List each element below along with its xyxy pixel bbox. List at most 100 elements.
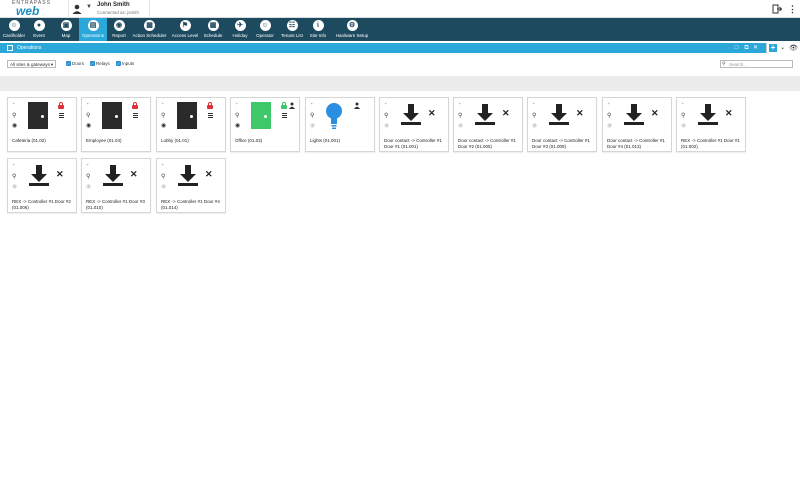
site-select[interactable]: All sites & gateways ▼ bbox=[7, 60, 56, 68]
nav-item-operator[interactable]: ☺ Operator bbox=[253, 18, 277, 41]
view-icon[interactable]: ◉ bbox=[310, 122, 315, 129]
view-icon[interactable]: ◉ bbox=[384, 122, 389, 129]
person-icon[interactable] bbox=[354, 102, 360, 109]
menu-icon[interactable] bbox=[59, 113, 64, 118]
site-select-value: All sites & gateways bbox=[10, 62, 51, 67]
view-icon[interactable]: ◉ bbox=[86, 183, 91, 190]
nav-item-holiday[interactable]: ✈ Holiday bbox=[228, 18, 252, 41]
pin-icon[interactable]: ✦ bbox=[310, 101, 313, 106]
input-card[interactable]: ✦ ⚲ ◉ ✕ REX -> Controller #1 Door #4 (01.014… bbox=[156, 158, 226, 213]
chevron-down-icon[interactable]: ▼ bbox=[86, 4, 92, 10]
input-card[interactable]: ✦ ⚲ ◉ ✕ REX -> Controller #1 Door #2 (01.006… bbox=[7, 158, 77, 213]
close-icon[interactable]: ✕ bbox=[725, 108, 733, 119]
nav-item-report[interactable]: ◉ Report bbox=[108, 18, 130, 41]
minimize-window-icon[interactable]: □ bbox=[733, 44, 740, 52]
close-window-icon[interactable]: ✕ bbox=[752, 44, 759, 52]
input-card[interactable]: ✦ ⚲ ◉ ✕ Door contact -> Controller #1 Door #… bbox=[527, 97, 597, 152]
zoom-icon[interactable]: ⚲ bbox=[12, 173, 16, 180]
view-icon[interactable]: ◉ bbox=[532, 122, 537, 129]
relay-card[interactable]: ✦ ⚲ ◉ Lights (01.001) bbox=[305, 97, 375, 152]
menu-icon[interactable] bbox=[282, 113, 287, 118]
lock-icon[interactable] bbox=[132, 102, 138, 109]
more-options-icon[interactable]: ⋮ bbox=[788, 4, 797, 14]
input-card[interactable]: ✦ ⚲ ◉ ✕ Door contact -> Controller #1 Door #… bbox=[379, 97, 449, 152]
pin-icon[interactable]: ✦ bbox=[161, 162, 164, 167]
inputs-checkbox[interactable]: ✓ Inputs bbox=[116, 60, 134, 68]
search-input[interactable]: ⚲ Search... bbox=[720, 60, 793, 68]
door-card[interactable]: ✦ ⚲ ◉ Cafeteria (01.02) bbox=[7, 97, 77, 152]
close-icon[interactable]: ✕ bbox=[651, 108, 659, 119]
door-card[interactable]: ✦ ⚲ ◉ Office (01.03) bbox=[230, 97, 300, 152]
view-icon[interactable]: ◉ bbox=[681, 122, 686, 129]
add-icon[interactable]: + bbox=[769, 44, 777, 52]
checkbox-checked-icon: ✓ bbox=[90, 61, 95, 67]
menu-icon[interactable] bbox=[208, 113, 213, 118]
pin-icon[interactable]: ✦ bbox=[607, 101, 610, 106]
pin-icon[interactable]: ✦ bbox=[384, 101, 387, 106]
popout-window-icon[interactable]: ⧉ bbox=[743, 44, 750, 52]
input-card[interactable]: ✦ ⚲ ◉ ✕ REX -> Controller #1 Door #1 (01.002… bbox=[676, 97, 746, 152]
lock-icon[interactable] bbox=[207, 102, 213, 109]
zoom-icon[interactable]: ⚲ bbox=[681, 112, 685, 119]
pin-icon[interactable]: ✦ bbox=[86, 101, 89, 106]
pin-icon[interactable]: ✦ bbox=[235, 101, 238, 106]
zoom-icon[interactable]: ⚲ bbox=[532, 112, 536, 119]
menu-icon[interactable] bbox=[133, 113, 138, 118]
nav-item-event[interactable]: ● Event bbox=[27, 18, 51, 41]
nav-item-site-info[interactable]: i Site Info bbox=[305, 18, 331, 41]
zoom-icon[interactable]: ⚲ bbox=[161, 173, 165, 180]
nav-item-schedule[interactable]: ▦ Schedule bbox=[200, 18, 226, 41]
zoom-icon[interactable]: ⚲ bbox=[607, 112, 611, 119]
relays-checkbox[interactable]: ✓ Relays bbox=[90, 60, 110, 68]
view-icon[interactable]: ◉ bbox=[161, 183, 166, 190]
nav-item-cardholder[interactable]: ☺ Cardholder bbox=[2, 18, 26, 41]
close-icon[interactable]: ✕ bbox=[502, 108, 510, 119]
user-menu[interactable]: ▼ John Smith Connected as: jsmith bbox=[68, 0, 150, 18]
zoom-icon[interactable]: ⚲ bbox=[384, 112, 388, 119]
lock-icon[interactable] bbox=[58, 102, 64, 109]
zoom-icon[interactable]: ⚲ bbox=[458, 112, 462, 119]
view-icon[interactable]: ◉ bbox=[86, 122, 91, 129]
logout-icon[interactable] bbox=[772, 4, 782, 14]
close-icon[interactable]: ✕ bbox=[428, 108, 436, 119]
input-card[interactable]: ✦ ⚲ ◉ ✕ Door contact -> Controller #1 Door #… bbox=[453, 97, 523, 152]
pin-icon[interactable]: ✦ bbox=[681, 101, 684, 106]
view-icon[interactable]: ◉ bbox=[161, 122, 166, 129]
pin-icon[interactable]: ✦ bbox=[86, 162, 89, 167]
input-card[interactable]: ✦ ⚲ ◉ ✕ Door contact -> Controller #1 Door #… bbox=[602, 97, 672, 152]
view-icon[interactable]: ◉ bbox=[12, 122, 17, 129]
zoom-icon[interactable]: ⚲ bbox=[12, 112, 16, 119]
nav-item-action-scheduler[interactable]: ▦ Action Scheduler bbox=[131, 18, 168, 41]
doors-checkbox[interactable]: ✓ Doors bbox=[66, 60, 84, 68]
nav-item-map[interactable]: ▣ Map bbox=[54, 18, 78, 41]
person-icon[interactable] bbox=[289, 102, 295, 109]
door-card[interactable]: ✦ ⚲ ◉ Lobby (01.01) bbox=[156, 97, 226, 152]
pin-icon[interactable]: ✦ bbox=[12, 162, 15, 167]
view-icon[interactable]: ◉ bbox=[607, 122, 612, 129]
close-icon[interactable]: ✕ bbox=[576, 108, 584, 119]
view-icon[interactable]: ◉ bbox=[458, 122, 463, 129]
zoom-icon[interactable]: ⚲ bbox=[235, 112, 239, 119]
view-icon[interactable]: 👁 bbox=[789, 44, 798, 52]
unlocked-icon[interactable] bbox=[281, 102, 287, 109]
door-card[interactable]: ✦ ⚲ ◉ Employee (01.04) bbox=[81, 97, 151, 152]
nav-item-hardware-setup[interactable]: ⚙ Hardware Setup bbox=[332, 18, 372, 41]
nav-item-tenant-list[interactable]: ☷ Tenant List bbox=[279, 18, 305, 41]
pin-icon[interactable]: ✦ bbox=[458, 101, 461, 106]
input-card[interactable]: ✦ ⚲ ◉ ✕ REX -> Controller #1 Door #3 (01.010… bbox=[81, 158, 151, 213]
zoom-icon[interactable]: ⚲ bbox=[86, 112, 90, 119]
nav-item-operations[interactable]: ▤ Operations bbox=[79, 18, 107, 41]
zoom-icon[interactable]: ⚲ bbox=[161, 112, 165, 119]
zoom-icon[interactable]: ⚲ bbox=[86, 173, 90, 180]
zoom-icon[interactable]: ⚲ bbox=[310, 112, 314, 119]
chevron-down-icon[interactable]: ⌄ bbox=[780, 44, 785, 51]
close-icon[interactable]: ✕ bbox=[130, 169, 138, 180]
pin-icon[interactable]: ✦ bbox=[161, 101, 164, 106]
close-icon[interactable]: ✕ bbox=[205, 169, 213, 180]
view-icon[interactable]: ◉ bbox=[12, 183, 17, 190]
view-icon[interactable]: ◉ bbox=[235, 122, 240, 129]
pin-icon[interactable]: ✦ bbox=[532, 101, 535, 106]
nav-item-access-level[interactable]: ⚑ Access Level bbox=[170, 18, 200, 41]
pin-icon[interactable]: ✦ bbox=[12, 101, 15, 106]
close-icon[interactable]: ✕ bbox=[56, 169, 64, 180]
